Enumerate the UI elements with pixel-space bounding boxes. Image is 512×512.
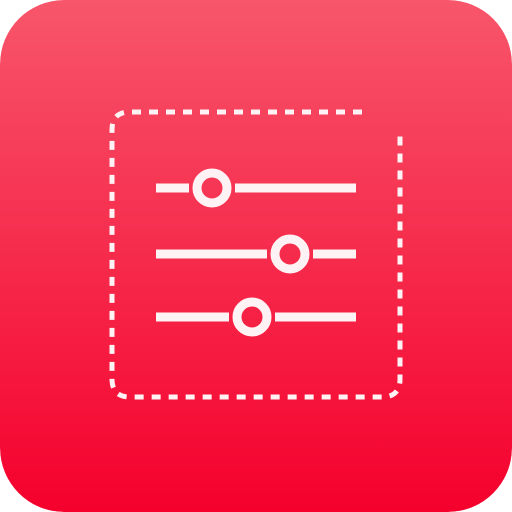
app-icon-graphic (0, 0, 512, 512)
app-icon[interactable] (0, 0, 512, 512)
